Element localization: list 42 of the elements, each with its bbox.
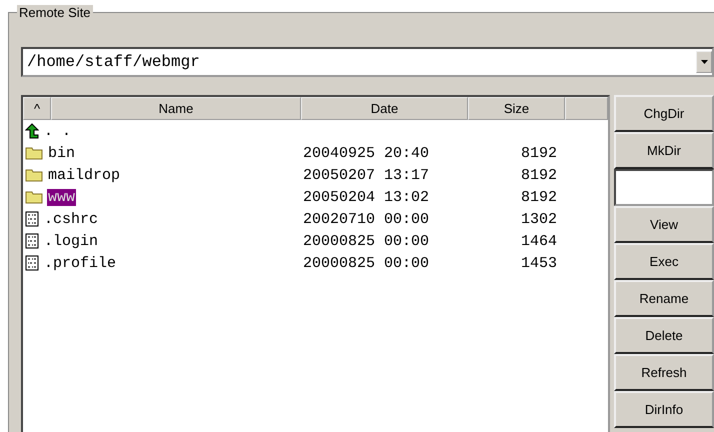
input-field[interactable] xyxy=(614,169,714,206)
binary-file-icon xyxy=(25,233,39,249)
binary-file-icon xyxy=(25,255,39,271)
binary-file-icon xyxy=(25,211,39,227)
folder-icon xyxy=(25,168,43,182)
date-cell-text: 20000825 00:00 xyxy=(302,254,430,272)
action-button[interactable]: Rename xyxy=(614,280,714,317)
folder-icon xyxy=(25,190,43,204)
file-name[interactable]: .login xyxy=(43,232,100,250)
action-button[interactable]: Exec xyxy=(614,243,714,280)
group-title: Remote Site xyxy=(17,5,93,20)
file-name[interactable]: . . xyxy=(43,122,72,140)
file-name[interactable]: .cshrc xyxy=(43,210,100,228)
column-header[interactable]: Name xyxy=(51,97,301,120)
file-name[interactable]: maildrop xyxy=(47,166,122,184)
action-button[interactable]: DirInfo xyxy=(614,391,714,428)
size-cell-text: 1464 xyxy=(520,232,558,250)
folder-icon xyxy=(25,146,43,160)
action-button[interactable]: Delete xyxy=(614,317,714,354)
dropdown-arrow-icon xyxy=(700,60,708,64)
up-arrow-icon xyxy=(25,123,39,139)
date-cell-text: 20000825 00:00 xyxy=(302,232,430,250)
action-button[interactable]: Refresh xyxy=(614,354,714,391)
column-header[interactable]: Date xyxy=(301,97,468,120)
size-cell-text: 1453 xyxy=(520,254,558,272)
file-name[interactable]: bin xyxy=(47,144,76,162)
file-name[interactable]: .profile xyxy=(43,254,118,272)
size-cell-text: 8192 xyxy=(520,166,558,184)
size-cell-text: 8192 xyxy=(520,188,558,206)
size-cell-text: 8192 xyxy=(520,144,558,162)
column-header[interactable]: Size xyxy=(468,97,565,120)
action-button[interactable]: MkDir xyxy=(614,132,714,169)
action-button[interactable]: View xyxy=(614,206,714,243)
date-cell-text: 20050204 13:02 xyxy=(302,188,430,206)
action-button[interactable]: ChgDir xyxy=(614,95,714,132)
date-cell-text: 20040925 20:40 xyxy=(302,144,430,162)
path-combobox[interactable]: /home/staff/webmgr xyxy=(21,47,714,77)
file-name[interactable]: www xyxy=(47,188,76,206)
column-header[interactable]: ^ xyxy=(23,97,51,120)
date-cell-text: 20050207 13:17 xyxy=(302,166,430,184)
date-cell-text: 20020710 00:00 xyxy=(302,210,430,228)
size-cell-text: 1302 xyxy=(520,210,558,228)
